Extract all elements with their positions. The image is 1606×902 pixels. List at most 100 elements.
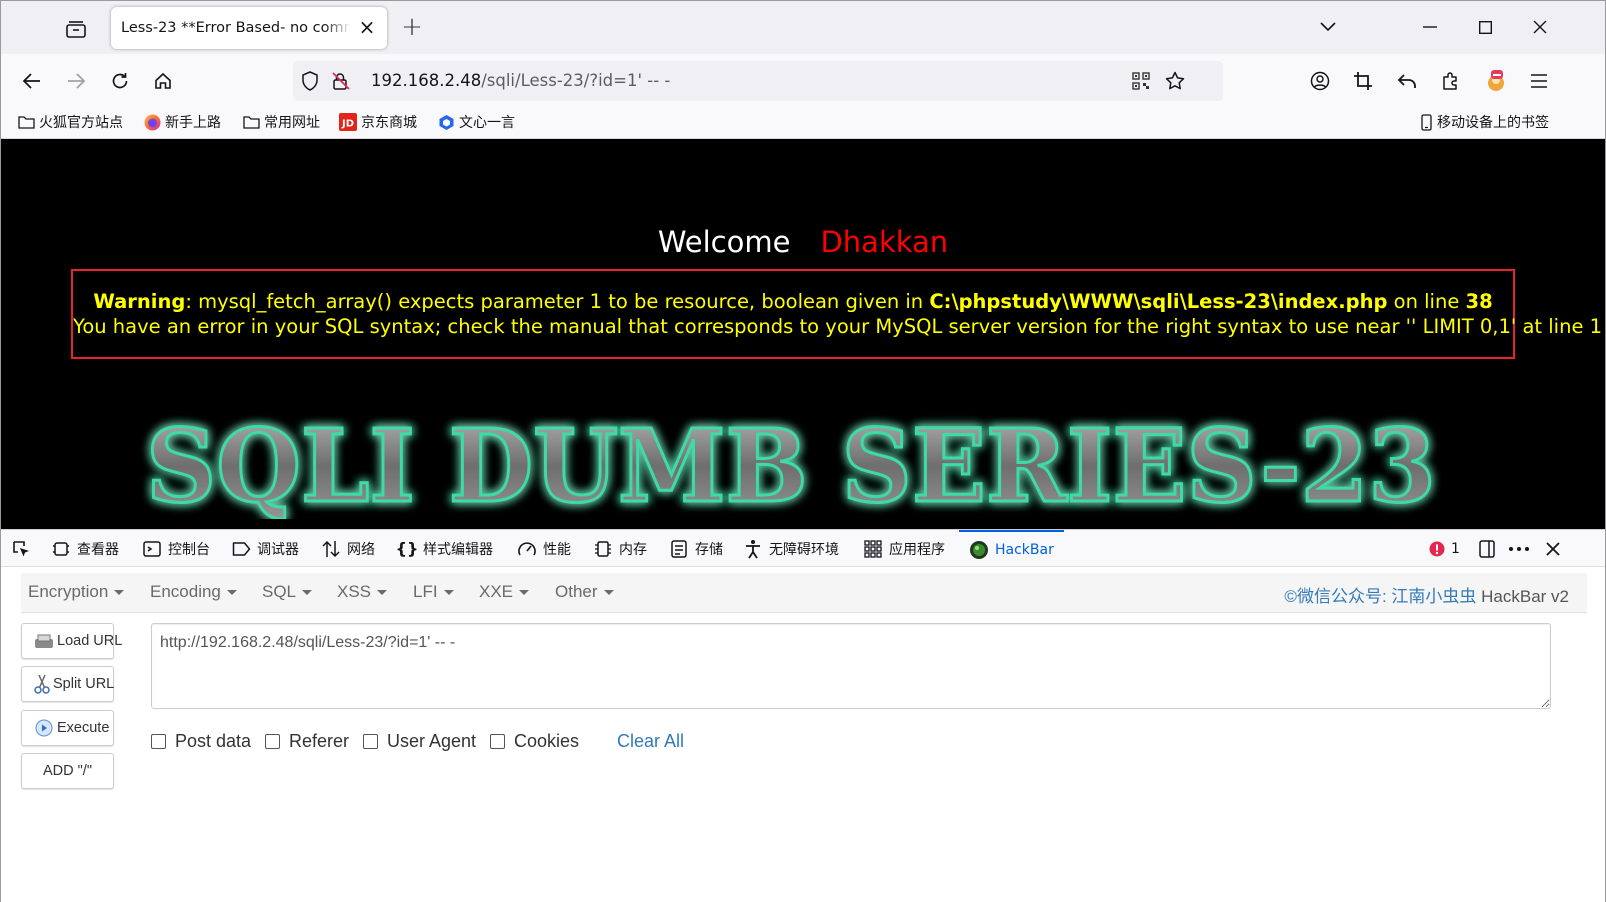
extensions-puzzle-icon[interactable] [1436, 66, 1466, 96]
menu-label: Other [555, 582, 598, 601]
url-bar[interactable]: 192.168.2.48/sqli/Less-23/?id=1' -- - [293, 61, 1223, 101]
checkbox-label: Post data [175, 731, 252, 751]
close-window-icon[interactable] [1525, 13, 1555, 41]
menu-hamburger-icon[interactable] [1524, 66, 1554, 96]
devtools-error-count[interactable]: 1 [1427, 530, 1460, 567]
devtools-tab-storage[interactable]: 存储 [669, 530, 723, 567]
menu-xss[interactable]: XSS [337, 582, 388, 602]
mobile-bookmarks[interactable]: 移动设备上的书签 [1419, 112, 1549, 132]
bookmark-label: 京东商城 [361, 115, 417, 131]
menu-other[interactable]: Other [555, 582, 614, 602]
warning-label: Warning [93, 290, 186, 313]
checkbox-box[interactable] [265, 734, 280, 749]
tracking-shield-icon[interactable] [298, 69, 322, 93]
menu-encoding[interactable]: Encoding [150, 582, 237, 602]
tab-overview-icon[interactable] [61, 15, 91, 43]
url-text[interactable]: 192.168.2.48/sqli/Less-23/?id=1' -- - [371, 71, 670, 90]
hackbar-brand[interactable]: ©微信公众号: 江南小虫虫 HackBar v2 [1284, 582, 1569, 607]
bookmark-label: 移动设备上的书签 [1437, 115, 1549, 131]
devtools-tab-debugger[interactable]: 调试器 [231, 530, 299, 567]
bookmark-folder-common-sites[interactable]: 常用网址 [242, 112, 320, 132]
url-textarea[interactable]: http://192.168.2.48/sqli/Less-23/?id=1' … [151, 623, 1551, 709]
reload-icon[interactable] [105, 66, 135, 96]
referer-checkbox[interactable]: Referer [265, 731, 349, 752]
new-tab-icon[interactable]: + [399, 14, 425, 41]
error-icon [1427, 539, 1447, 559]
checkbox-box[interactable] [363, 734, 378, 749]
caret-down-icon [302, 590, 313, 596]
close-devtools-icon[interactable] [1543, 530, 1569, 567]
hackbar-menu-bar: Encryption Encoding SQL XSS LFI XXE Othe… [21, 573, 1587, 613]
page-content: Welcome Dhakkan Warning: mysql_fetch_arra… [1, 139, 1605, 529]
more-options-icon[interactable] [1509, 530, 1535, 567]
menu-label: SQL [262, 582, 297, 601]
warning-online: on line [1387, 290, 1466, 313]
console-icon [142, 539, 162, 559]
execute-button[interactable]: Execute [21, 710, 114, 746]
play-circle-icon [34, 718, 54, 738]
menu-encryption[interactable]: Encryption [28, 582, 125, 602]
devtools-tab-label: 网络 [347, 541, 375, 558]
devtools-tab-memory[interactable]: 内存 [593, 530, 647, 567]
load-url-button[interactable]: Load URL [21, 623, 122, 659]
screenshot-crop-icon[interactable] [1348, 66, 1378, 96]
checkbox-box[interactable] [490, 734, 505, 749]
home-icon[interactable] [148, 66, 178, 96]
devtools-tab-performance[interactable]: 性能 [517, 530, 571, 567]
undo-arrow-icon[interactable] [1392, 66, 1422, 96]
cookies-checkbox[interactable]: Cookies [490, 731, 579, 752]
extension-avatar-icon[interactable] [1481, 66, 1511, 96]
button-label: Load URL [57, 633, 123, 649]
split-url-button[interactable]: Split URL [21, 666, 114, 702]
account-icon[interactable] [1305, 66, 1335, 96]
sqli-dumb-series-logo: SQLI DUMB SERIES-23 [145, 411, 1438, 519]
bookmark-jd[interactable]: JD 京东商城 [339, 112, 417, 132]
clear-all-link[interactable]: Clear All [617, 731, 684, 752]
menu-xxe[interactable]: XXE [479, 582, 530, 602]
checkbox-box[interactable] [151, 734, 166, 749]
add-slash-button[interactable]: ADD "/" [21, 753, 114, 789]
php-warning-line: Warning: mysql_fetch_array() expects par… [73, 290, 1513, 313]
devtools-tab-label: 存储 [695, 541, 723, 558]
devtools-tab-console[interactable]: 控制台 [142, 530, 210, 567]
post-data-checkbox[interactable]: Post data [151, 731, 251, 752]
close-icon [1543, 539, 1563, 559]
caret-down-icon [377, 590, 388, 596]
bookmark-wenxin[interactable]: 文心一言 [437, 112, 515, 132]
menu-lfi[interactable]: LFI [413, 582, 454, 602]
svg-text:JD: JD [341, 119, 354, 130]
tab-close-icon[interactable]: × [357, 17, 377, 37]
devtools-tab-accessibility[interactable]: 无障碍环境 [743, 530, 839, 567]
welcome-heading: Welcome Dhakkan [1, 225, 1605, 259]
bookmark-folder-firefox-official[interactable]: 火狐官方站点 [17, 112, 123, 132]
dock-toggle-icon[interactable] [1477, 530, 1503, 567]
insecure-lock-icon[interactable] [329, 69, 353, 93]
folder-icon [17, 113, 35, 131]
element-picker-icon[interactable] [11, 530, 37, 567]
menu-sql[interactable]: SQL [262, 582, 313, 602]
devtools-tab-hackbar[interactable]: HackBar [959, 530, 1064, 567]
button-label: Execute [57, 720, 110, 736]
forward-arrow-icon[interactable] [61, 66, 91, 96]
bookmark-getting-started[interactable]: 新手上路 [143, 112, 221, 132]
devtools-tab-label: HackBar [995, 541, 1054, 558]
caret-down-icon [443, 590, 454, 596]
devtools-tab-application[interactable]: 应用程序 [863, 530, 945, 567]
url-path: /sqli/Less-23/?id=1' -- - [481, 71, 671, 90]
devtools-tab-network[interactable]: 网络 [321, 530, 375, 567]
qr-code-icon[interactable] [1129, 69, 1153, 93]
devtools-tab-label: 内存 [619, 541, 647, 558]
bookmark-star-icon[interactable] [1163, 69, 1187, 93]
memory-chip-icon [593, 539, 613, 559]
browser-tab-active[interactable]: Less-23 **Error Based- no comments** × [111, 7, 387, 49]
list-all-tabs-chevron-icon[interactable] [1313, 13, 1343, 41]
maximize-icon[interactable] [1470, 13, 1500, 41]
minimize-icon[interactable] [1415, 13, 1445, 41]
sql-error-line: You have an error in your SQL syntax; ch… [73, 315, 1603, 338]
user-agent-checkbox[interactable]: User Agent [363, 731, 476, 752]
devtools-tab-style-editor[interactable]: {} 样式编辑器 [396, 530, 493, 567]
devtools-tab-inspector[interactable]: 查看器 [51, 530, 119, 567]
application-grid-icon [863, 539, 883, 559]
back-arrow-icon[interactable] [17, 66, 47, 96]
caret-down-icon [519, 590, 530, 596]
